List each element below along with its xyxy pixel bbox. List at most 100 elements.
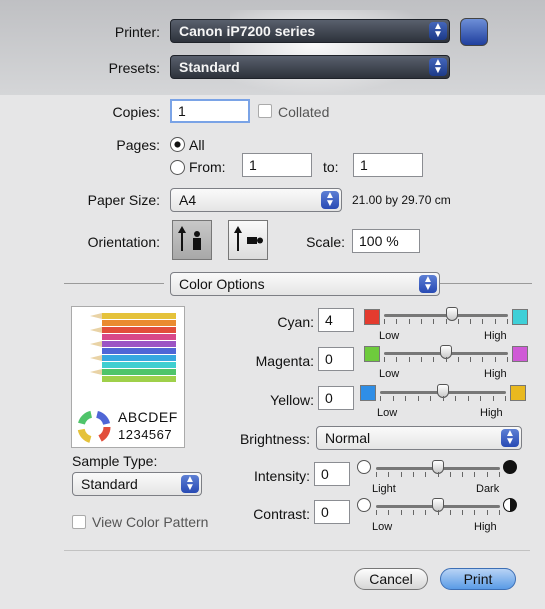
yellow-input[interactable]: 0 [318, 386, 354, 410]
slider-tick [413, 510, 414, 515]
magenta-low-label: Low [379, 368, 400, 380]
yellow-high-label: High [480, 407, 503, 419]
slider-tick [482, 319, 483, 324]
paper-size-value: A4 [179, 192, 197, 208]
magenta-high-label: High [484, 368, 507, 380]
print-button[interactable]: Print [440, 568, 516, 590]
slider-tick [384, 357, 385, 362]
intensity-input[interactable]: 0 [314, 462, 350, 486]
slider-tick [401, 510, 402, 515]
section-divider-right [440, 283, 532, 284]
slider-tick [480, 396, 481, 401]
slider-tick [468, 396, 469, 401]
slider-tick [499, 510, 500, 515]
pages-from-label: From: [189, 159, 226, 175]
brightness-value: Normal [325, 430, 371, 446]
printer-value: Canon iP7200 series [179, 23, 316, 39]
copies-label: Copies: [112, 104, 160, 120]
pages-to-label: to: [323, 159, 339, 175]
slider-tick [458, 319, 459, 324]
slider-tick [482, 357, 483, 362]
contrast-low-label: Low [372, 521, 393, 533]
slider-tick [388, 510, 389, 515]
dark-icon [503, 460, 517, 474]
magenta-slider[interactable] [384, 343, 508, 363]
slider-tick [487, 510, 488, 515]
collated-label: Collated [278, 104, 330, 120]
magenta-input[interactable]: 0 [318, 347, 354, 371]
slider-tick [393, 396, 394, 401]
slider-tick [470, 357, 471, 362]
yellow-slider[interactable] [380, 382, 506, 402]
intensity-label: Intensity: [253, 468, 310, 484]
color-options-value: Color Options [179, 276, 265, 292]
slider-tick [487, 472, 488, 477]
printer-select[interactable]: Canon iP7200 series ▲ ▼ [170, 19, 450, 43]
landscape-orientation-button[interactable] [228, 220, 268, 260]
slider-tick [455, 396, 456, 401]
sample-type-select[interactable]: Standard ▲ ▼ [72, 472, 202, 496]
cyan-high-label: High [484, 330, 507, 342]
cyan-slider[interactable] [384, 305, 508, 325]
slider-tick [446, 357, 447, 362]
paper-size-select[interactable]: A4 ▲ ▼ [170, 188, 342, 212]
chevron-updown-icon: ▲ ▼ [321, 191, 339, 209]
pages-from-radio[interactable] [170, 160, 185, 175]
dialog-top [0, 0, 545, 100]
collated-checkbox[interactable] [258, 104, 272, 118]
slider-tick [425, 472, 426, 477]
low-contrast-icon [357, 498, 371, 512]
high-contrast-icon [503, 498, 517, 512]
slider-tick [474, 472, 475, 477]
cyan-low-label: Low [379, 330, 400, 342]
copies-input[interactable]: 1 [170, 99, 250, 123]
pages-all-radio[interactable] [170, 137, 185, 152]
slider-tick [413, 472, 414, 477]
slider-tick [376, 510, 377, 515]
magenta-label: Magenta: [255, 353, 314, 369]
slider-tick [418, 396, 419, 401]
magenta-high-swatch [512, 346, 528, 362]
chevron-updown-icon: ▲ ▼ [419, 275, 437, 293]
slider-tick [495, 319, 496, 324]
slider-tick [396, 357, 397, 362]
pages-from-input[interactable]: 1 [242, 153, 312, 177]
cyan-input[interactable]: 4 [318, 308, 354, 332]
light-icon [357, 460, 371, 474]
slider-knob[interactable] [446, 307, 458, 321]
slider-tick [438, 472, 439, 477]
slider-tick [450, 472, 451, 477]
printer-disclosure-button[interactable] [460, 18, 488, 46]
printer-label: Printer: [114, 24, 160, 40]
pages-to-input[interactable]: 1 [353, 153, 423, 177]
slider-tick [421, 357, 422, 362]
intensity-slider[interactable] [376, 458, 500, 478]
slider-tick [396, 319, 397, 324]
magenta-low-swatch [364, 346, 380, 362]
sample-type-label: Sample Type: [72, 453, 158, 469]
chevron-updown-icon: ▲ ▼ [429, 22, 447, 40]
view-color-pattern-checkbox[interactable] [72, 515, 86, 529]
slider-tick [401, 472, 402, 477]
sample-type-value: Standard [81, 476, 138, 492]
pages-all-label: All [189, 137, 205, 153]
presets-label: Presets: [108, 60, 160, 76]
cancel-button[interactable]: Cancel [354, 568, 428, 590]
preview-numbers: 1234567 [118, 427, 173, 442]
slider-tick [462, 472, 463, 477]
color-options-select[interactable]: Color Options ▲ ▼ [170, 272, 440, 296]
cyan-high-swatch [512, 309, 528, 325]
slider-tick [409, 357, 410, 362]
portrait-orientation-button[interactable] [172, 220, 212, 260]
contrast-input[interactable]: 0 [314, 500, 350, 524]
scale-input[interactable]: 100 % [352, 229, 420, 253]
slider-tick [474, 510, 475, 515]
section-divider-left [64, 283, 164, 284]
brightness-select[interactable]: Normal ▲ ▼ [316, 426, 522, 450]
slider-tick [470, 319, 471, 324]
colored-pencils-icon [77, 313, 176, 444]
presets-select[interactable]: Standard ▲ ▼ [170, 55, 450, 79]
contrast-slider[interactable] [376, 496, 500, 516]
landscape-person-icon [234, 226, 263, 251]
chevron-updown-icon: ▲ ▼ [429, 58, 447, 76]
